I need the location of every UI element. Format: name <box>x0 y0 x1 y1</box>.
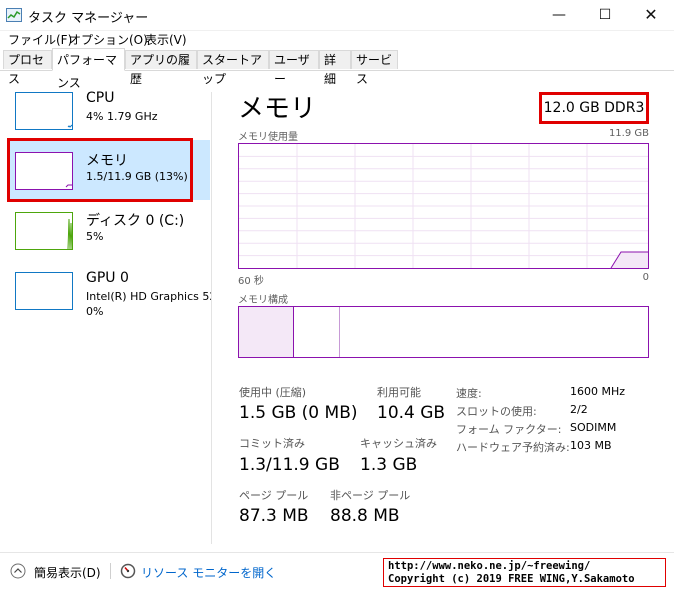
tab-users[interactable]: ユーザー <box>269 50 319 86</box>
available-label: 利用可能 <box>377 386 421 399</box>
tab-processes[interactable]: プロセス <box>3 50 52 86</box>
chevron-up-icon[interactable] <box>10 563 26 579</box>
paged-pool-label: ページ プール <box>239 489 309 502</box>
form-factor-value: SODIMM <box>570 421 617 434</box>
sidebar-item-sub: 4% 1.79 GHz <box>86 110 158 123</box>
resource-monitor-icon <box>120 563 136 579</box>
composition-standby <box>294 307 340 357</box>
sidebar-item-gpu[interactable]: GPU 0 Intel(R) HD Graphics 520 0% <box>10 260 211 320</box>
close-icon[interactable]: ✕ <box>628 0 674 30</box>
cpu-thumbnail-graph <box>15 92 73 130</box>
in-use-value: 1.5 GB (0 MB) <box>239 403 358 423</box>
in-use-label: 使用中 (圧縮) <box>239 386 307 399</box>
usage-graph-max: 11.9 GB <box>608 128 649 139</box>
memory-highlight-box <box>7 138 193 202</box>
graph-gridlines <box>239 144 648 268</box>
menu-view[interactable]: 表示(V) <box>145 30 187 50</box>
sidebar-divider <box>211 92 212 544</box>
slots-value: 2/2 <box>570 403 588 416</box>
maximize-icon[interactable]: ☐ <box>582 0 628 30</box>
nonpaged-pool-value: 88.8 MB <box>330 506 400 526</box>
sidebar-item-label: ディスク 0 (C:) <box>86 213 185 229</box>
sidebar-item-sub2: 0% <box>86 305 104 318</box>
sidebar-item-sub: 5% <box>86 230 104 243</box>
form-factor-label: フォーム ファクター: <box>456 423 562 436</box>
minimize-icon[interactable]: — <box>536 0 582 30</box>
tab-startup[interactable]: スタートアップ <box>197 50 269 86</box>
sidebar-item-disk[interactable]: ディスク 0 (C:) 5% <box>10 200 210 260</box>
tab-details[interactable]: 詳細 <box>319 50 351 86</box>
memory-spec-highlight: 12.0 GB DDR3 <box>539 92 649 124</box>
sidebar-item-cpu[interactable]: CPU 4% 1.79 GHz <box>10 80 210 140</box>
menu-file[interactable]: ファイル(F) <box>8 30 72 50</box>
disk-thumbnail-graph <box>15 212 73 250</box>
hw-reserved-value: 103 MB <box>570 439 612 452</box>
committed-value: 1.3/11.9 GB <box>239 455 340 475</box>
footer-separator <box>110 563 111 579</box>
open-resource-monitor-link[interactable]: リソース モニターを開く <box>141 564 276 581</box>
copyright-url: http://www.neko.ne.jp/~freewing/ <box>388 560 591 572</box>
available-value: 10.4 GB <box>377 403 446 423</box>
speed-value: 1600 MHz <box>570 385 626 398</box>
fewer-details-link[interactable]: 簡易表示(D) <box>34 564 101 581</box>
tab-performance[interactable]: パフォーマンス <box>52 48 125 90</box>
slots-label: スロットの使用: <box>456 405 537 418</box>
speed-label: 速度: <box>456 387 482 400</box>
composition-label: メモリ構成 <box>238 295 288 306</box>
memory-usage-graph <box>238 143 649 269</box>
hw-reserved-label: ハードウェア予約済み: <box>456 441 570 454</box>
memory-composition-bar <box>238 306 649 358</box>
copyright-text: Copyright (c) 2019 FREE WING,Y.Sakamoto <box>388 573 635 585</box>
tab-app-history[interactable]: アプリの履歴 <box>125 50 197 86</box>
paged-pool-value: 87.3 MB <box>239 506 309 526</box>
sidebar-item-label: CPU <box>86 90 115 106</box>
menu-options[interactable]: オプション(O) <box>69 30 148 50</box>
gpu-thumbnail-graph <box>15 272 73 310</box>
task-manager-icon <box>6 7 22 22</box>
axis-left-label: 60 秒 <box>238 276 264 287</box>
committed-label: コミット済み <box>239 437 305 450</box>
cached-label: キャッシュ済み <box>360 437 437 450</box>
window-title: タスク マネージャー <box>28 11 149 26</box>
tab-services[interactable]: サービス <box>351 50 398 86</box>
usage-graph-label: メモリ使用量 <box>238 132 298 143</box>
composition-in-use <box>239 307 294 357</box>
sidebar-item-sub: Intel(R) HD Graphics 520 <box>86 290 211 303</box>
footer-divider <box>0 552 674 553</box>
cached-value: 1.3 GB <box>360 455 418 475</box>
copyright-watermark: http://www.neko.ne.jp/~freewing/ Copyrig… <box>383 558 666 587</box>
axis-right-label: 0 <box>642 272 649 283</box>
sidebar-item-label: GPU 0 <box>86 270 129 286</box>
page-title: メモリ <box>238 94 317 124</box>
nonpaged-pool-label: 非ページ プール <box>330 489 411 502</box>
